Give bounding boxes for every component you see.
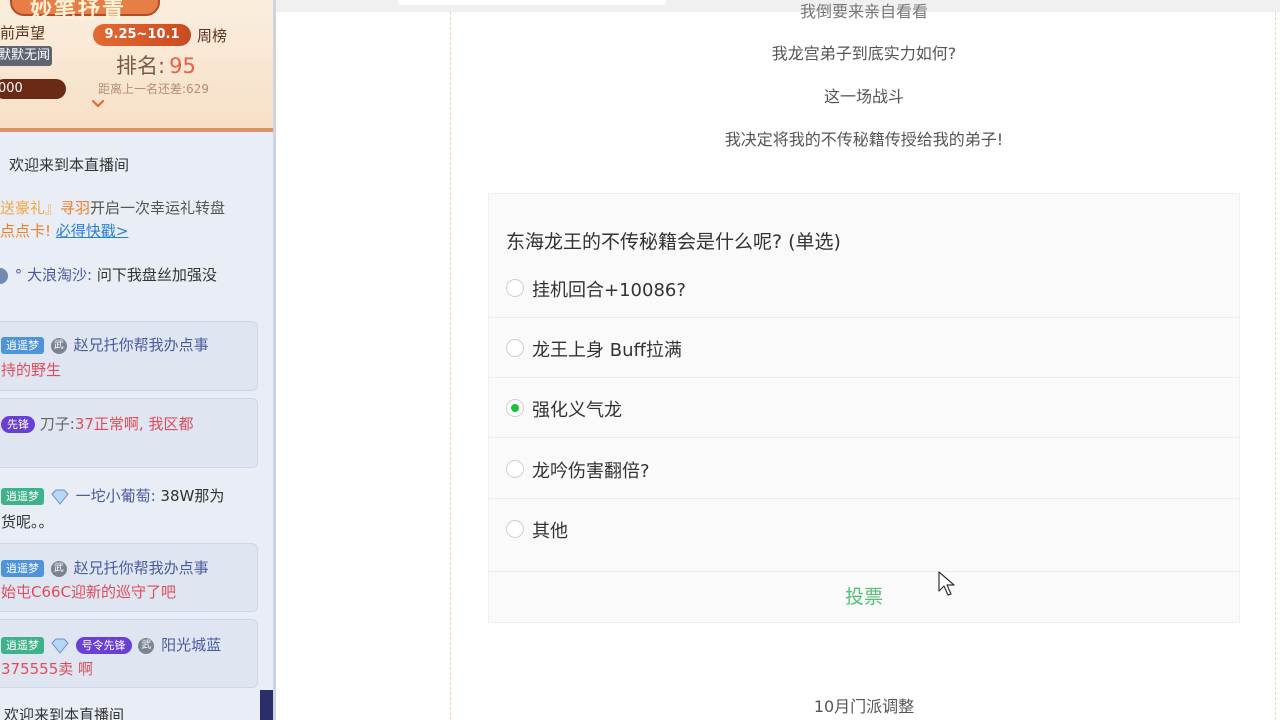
poll-option-label: 挂机回合+10086? <box>532 280 686 301</box>
vanguard-tag: 先锋 <box>1 416 35 433</box>
gift-line2: 点点卡! <box>0 222 52 240</box>
chat-text: 始屯C66C迎新的巡守了吧 <box>1 583 177 601</box>
gift-text: 开启一次幸运礼转盘 <box>90 199 226 217</box>
poll-option[interactable]: 龙王上身 Buff拉满 <box>489 318 1239 378</box>
chat-user[interactable]: ° 大浪淘沙: <box>15 266 92 284</box>
gift-link[interactable]: 必得快戳> <box>56 222 129 240</box>
chat-message: ° 大浪淘沙: 问下我盘丝加强没 <box>0 264 217 285</box>
chat-user[interactable]: 刀子: <box>40 415 75 433</box>
chat-user[interactable]: 赵兄托你帮我办点事 <box>74 336 209 354</box>
poll-option-label: 其他 <box>532 521 568 542</box>
chat-card: 逍遥梦 号令先锋 武 阳光城蓝 375555卖 啊 <box>0 619 258 688</box>
poll-option[interactable]: 挂机回合+10086? <box>489 258 1239 318</box>
diamond-icon <box>51 489 69 505</box>
chat-user[interactable]: 赵兄托你帮我办点事 <box>74 559 209 577</box>
rank-label: 排名: <box>116 54 166 78</box>
chevron-down-icon[interactable] <box>90 96 106 112</box>
gift-message-line2: 点点卡! 必得快戳> <box>0 220 128 241</box>
chat-card: 逍遥梦 一坨小葡萄: 38W那为 货呢。。 <box>0 475 258 537</box>
vote-button[interactable]: 投票 <box>489 572 1239 623</box>
section-heading: 10月门派调整 <box>813 697 915 716</box>
radio-button-selected[interactable] <box>506 399 524 417</box>
poll-question: 东海龙王的不传秘籍会是什么呢? (单选) <box>506 231 841 253</box>
rank-gap-text: 距离上一名还差:629 <box>98 82 209 96</box>
diamond-icon <box>51 638 69 654</box>
chat-text: 持的野生 <box>1 361 62 379</box>
sword-icon: 武 <box>138 637 155 654</box>
gift-user[interactable]: 寻羽 <box>60 199 90 217</box>
article-paragraph: 我龙宫弟子到底实力如何? <box>771 44 957 63</box>
chat-text: 37正常啊, 我区都 <box>74 415 194 433</box>
chat-text: 375555卖 啊 <box>1 660 94 678</box>
poll-option-label: 强化义气龙 <box>532 400 622 421</box>
mouse-cursor-icon <box>938 571 955 596</box>
guild-tag: 逍遥梦 <box>1 337 44 354</box>
chat-card: 先锋 刀子:37正常啊, 我区都 <box>0 398 258 468</box>
radio-button[interactable] <box>506 460 524 478</box>
score-badge: 000 <box>0 79 66 99</box>
prestige-badge: 默默无闻 <box>0 46 52 66</box>
article-paragraph: 我决定将我的不传秘籍传授给我的弟子! <box>724 130 1004 149</box>
banner-title: 妙笔抒青 <box>30 0 127 23</box>
live-chat-panel: 妙笔抒青 前声望 默默无闻 000 9.25~10.1 周榜 排名: 95 距离上… <box>0 0 276 720</box>
chat-text: 货呢。。 <box>1 513 54 531</box>
chat-card: 逍遥梦 武 赵兄托你帮我办点事 持的野生 <box>0 321 258 391</box>
article-body: 我倒要来亲自看看 我龙宫弟子到底实力如何? 这一场战斗 我决定将我的不传秘籍传授… <box>450 2 1276 720</box>
guild-tag: 逍遥梦 <box>1 488 44 505</box>
guild-tag: 逍遥梦 <box>1 560 44 577</box>
weekly-rank-banner[interactable]: 妙笔抒青 前声望 默默无闻 000 9.25~10.1 周榜 排名: 95 距离上… <box>0 0 276 132</box>
poll-option[interactable]: 强化义气龙 <box>489 378 1239 438</box>
gift-prefix: 送豪礼』 <box>0 199 61 217</box>
radio-button[interactable] <box>506 520 524 538</box>
weekly-ranking-label: 周榜 <box>197 27 228 45</box>
welcome-message: 欢迎来到本直播间 <box>9 156 130 174</box>
user-level-icon <box>0 267 8 284</box>
article-page: 我倒要来亲自看看 我龙宫弟子到底实力如何? 这一场战斗 我决定将我的不传秘籍传授… <box>276 0 1280 720</box>
radio-button[interactable] <box>506 279 524 297</box>
gift-message: 送豪礼』寻羽开启一次幸运礼转盘 <box>0 197 225 218</box>
rank-line: 排名: 95 <box>116 50 196 80</box>
chat-text: 问下我盘丝加强没 <box>96 266 217 284</box>
article-paragraph: 我倒要来亲自看看 <box>799 2 928 21</box>
chat-user[interactable]: 一坨小葡萄: <box>76 487 156 505</box>
poll-option[interactable]: 龙吟伤害翻倍? <box>489 439 1239 499</box>
radio-button[interactable] <box>506 339 524 357</box>
rank-value: 95 <box>169 54 196 78</box>
chat-user[interactable]: 阳光城蓝 <box>161 636 221 654</box>
vanguard-badge: 号令先锋 <box>75 637 132 654</box>
vote-bar: 投票 <box>489 571 1239 622</box>
date-range-pill: 9.25~10.1 <box>93 24 191 46</box>
guild-tag: 逍遥梦 <box>1 637 44 654</box>
sword-icon: 武 <box>50 560 67 577</box>
poll-card: 东海龙王的不传秘籍会是什么呢? (单选) 挂机回合+10086? 龙王上身 Bu… <box>488 193 1240 623</box>
poll-option-label: 龙王上身 Buff拉满 <box>532 340 682 361</box>
panel-collapse-handle[interactable] <box>260 690 276 720</box>
welcome-message: 欢迎来到本直播间 <box>4 706 125 720</box>
chat-card: 逍遥梦 武 赵兄托你帮我办点事 始屯C66C迎新的巡守了吧 <box>0 543 258 612</box>
sword-icon: 武 <box>50 337 67 354</box>
poll-option[interactable]: 其他 <box>489 499 1239 559</box>
article-paragraph: 这一场战斗 <box>823 87 904 106</box>
chat-text-inline: 38W那为 <box>160 487 225 505</box>
poll-option-label: 龙吟伤害翻倍? <box>532 461 650 482</box>
prestige-label: 前声望 <box>0 24 46 42</box>
